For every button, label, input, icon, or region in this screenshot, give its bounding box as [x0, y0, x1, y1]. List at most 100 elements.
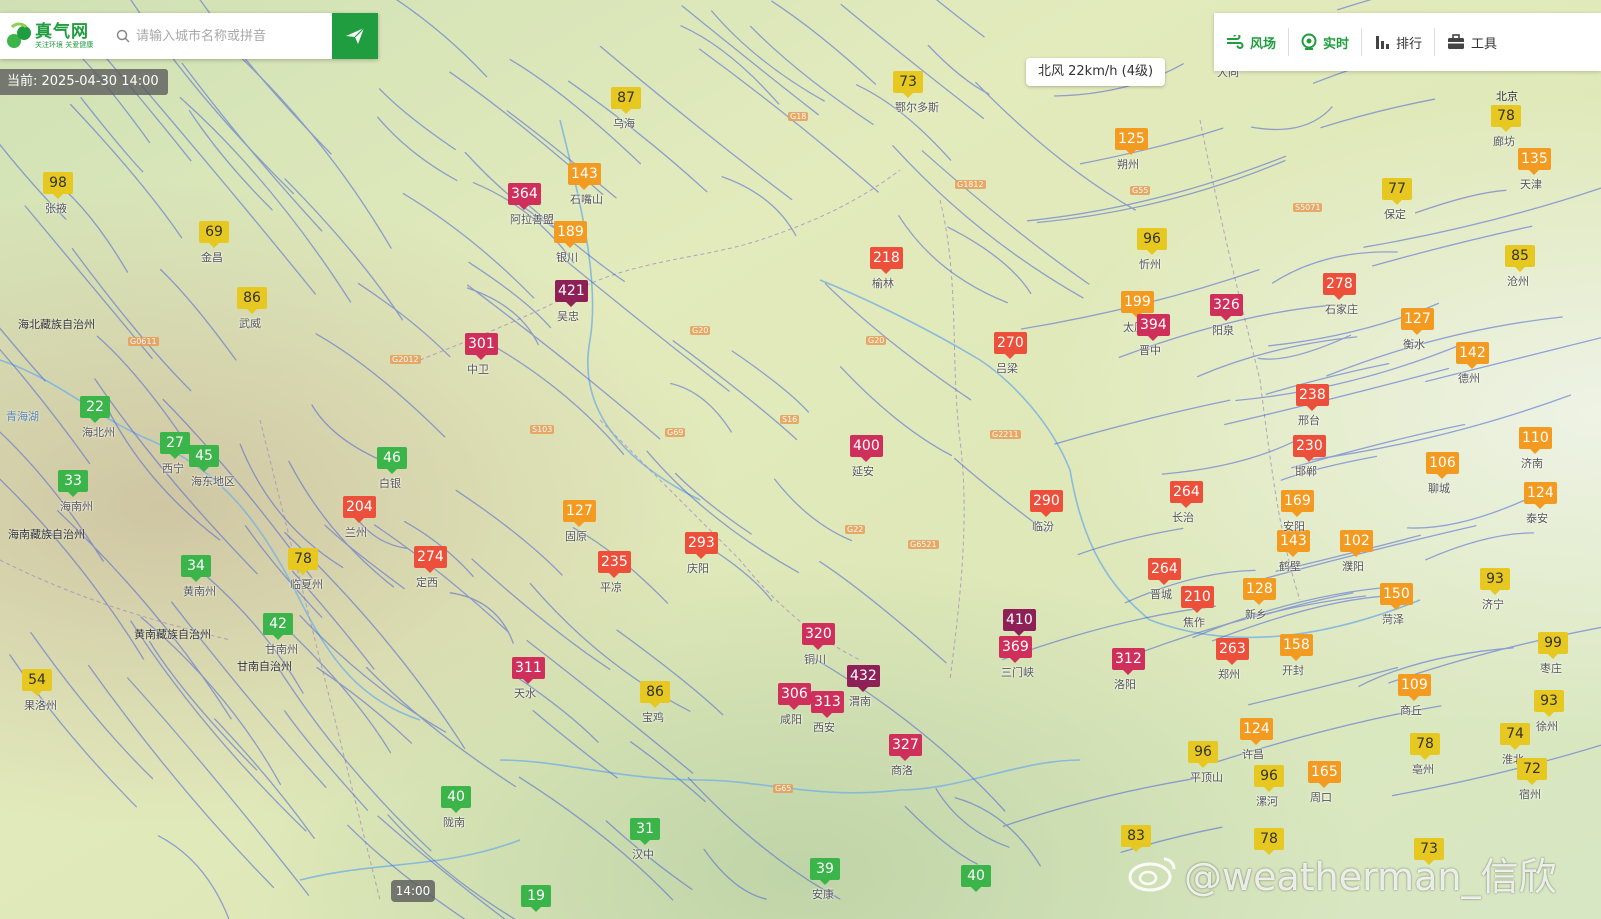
aqi-marker[interactable]: 230	[1293, 435, 1326, 462]
aqi-marker[interactable]: 306	[778, 683, 811, 710]
aqi-marker[interactable]: 27	[160, 432, 190, 459]
aqi-marker[interactable]: 109	[1398, 674, 1431, 701]
aqi-marker[interactable]: 78	[1410, 733, 1440, 760]
aqi-marker[interactable]: 124	[1240, 718, 1273, 745]
aqi-marker[interactable]: 238	[1296, 384, 1329, 411]
aqi-marker[interactable]: 165	[1308, 761, 1341, 788]
aqi-marker[interactable]: 83	[1121, 825, 1151, 852]
aqi-marker[interactable]: 199	[1121, 291, 1154, 318]
aqi-marker[interactable]: 40	[441, 786, 471, 813]
aqi-marker[interactable]: 394	[1137, 314, 1170, 341]
aqi-marker[interactable]: 96	[1254, 765, 1284, 792]
aqi-marker[interactable]: 313	[811, 691, 844, 718]
aqi-marker[interactable]: 327	[889, 734, 922, 761]
aqi-marker[interactable]: 85	[1505, 245, 1535, 272]
aqi-marker[interactable]: 218	[870, 247, 903, 274]
aqi-marker[interactable]: 78	[288, 548, 318, 575]
aqi-marker[interactable]: 42	[263, 613, 293, 640]
aqi-marker[interactable]: 96	[1188, 741, 1218, 768]
aqi-marker[interactable]: 135	[1518, 148, 1551, 175]
city-label: 三门峡	[1001, 666, 1034, 679]
search-submit-button[interactable]	[332, 13, 378, 59]
aqi-marker[interactable]: 169	[1281, 490, 1314, 517]
aqi-marker[interactable]: 127	[1401, 308, 1434, 335]
aqi-marker[interactable]: 73	[893, 71, 923, 98]
aqi-marker[interactable]: 270	[994, 332, 1027, 359]
aqi-marker[interactable]: 125	[1115, 128, 1148, 155]
weibo-icon	[1126, 853, 1178, 893]
aqi-marker[interactable]: 78	[1491, 105, 1521, 132]
city-label: 天水	[514, 687, 536, 700]
aqi-marker[interactable]: 69	[199, 221, 229, 248]
aqi-marker[interactable]: 364	[508, 183, 541, 210]
aqi-marker[interactable]: 19	[521, 885, 551, 912]
aqi-marker[interactable]: 86	[237, 287, 267, 314]
watermark: @weatherman_信欣	[1126, 848, 1556, 899]
aqi-marker[interactable]: 326	[1210, 294, 1243, 321]
aqi-marker[interactable]: 39	[810, 858, 840, 885]
aqi-marker[interactable]: 400	[850, 435, 883, 462]
aqi-marker[interactable]: 110	[1519, 427, 1552, 454]
aqi-marker[interactable]: 312	[1112, 648, 1145, 675]
aqi-marker[interactable]: 72	[1517, 758, 1547, 785]
aqi-marker[interactable]: 86	[640, 681, 670, 708]
aqi-marker[interactable]: 142	[1456, 342, 1489, 369]
aqi-marker[interactable]: 204	[343, 496, 376, 523]
timeline-handle[interactable]: 14:00	[391, 880, 435, 902]
aqi-marker[interactable]: 106	[1426, 452, 1459, 479]
aqi-marker[interactable]: 34	[181, 555, 211, 582]
aqi-marker[interactable]: 102	[1340, 530, 1373, 557]
aqi-marker[interactable]: 31	[630, 818, 660, 845]
aqi-marker[interactable]: 264	[1170, 481, 1203, 508]
aqi-marker[interactable]: 93	[1534, 690, 1564, 717]
aqi-marker[interactable]: 189	[554, 221, 587, 248]
aqi-marker[interactable]: 99	[1538, 632, 1568, 659]
aqi-marker[interactable]: 301	[465, 333, 498, 360]
map-background[interactable]	[0, 0, 1601, 919]
aqi-marker[interactable]: 150	[1380, 583, 1413, 610]
aqi-marker[interactable]: 432	[847, 665, 880, 692]
tool-ranking[interactable]: 排行	[1362, 13, 1434, 71]
logo[interactable]: 真气网 关注环境 关爱健康	[0, 21, 112, 51]
road-label: G20	[690, 326, 711, 335]
city-label: 陇南	[443, 816, 465, 829]
aqi-marker[interactable]: 46	[377, 447, 407, 474]
aqi-marker[interactable]: 210	[1181, 586, 1214, 613]
aqi-marker[interactable]: 278	[1323, 273, 1356, 300]
city-search-input[interactable]	[134, 27, 328, 45]
aqi-marker[interactable]: 77	[1382, 178, 1412, 205]
aqi-marker[interactable]: 127	[563, 500, 596, 527]
aqi-marker[interactable]: 87	[611, 87, 641, 114]
aqi-marker[interactable]: 40	[961, 865, 991, 892]
city-label: 郑州	[1218, 668, 1240, 681]
aqi-marker[interactable]: 293	[685, 532, 718, 559]
aqi-marker[interactable]: 45	[189, 445, 219, 472]
aqi-marker[interactable]: 290	[1030, 490, 1063, 517]
aqi-marker[interactable]: 158	[1280, 634, 1313, 661]
aqi-marker[interactable]: 311	[512, 657, 545, 684]
aqi-marker[interactable]: 22	[80, 396, 110, 423]
aqi-marker[interactable]: 369	[999, 636, 1032, 663]
tool-wind-field[interactable]: 风场	[1214, 13, 1288, 71]
aqi-marker[interactable]: 93	[1480, 568, 1510, 595]
aqi-marker[interactable]: 128	[1243, 578, 1276, 605]
city-label: 鄂尔多斯	[895, 101, 939, 114]
aqi-marker[interactable]: 421	[555, 280, 588, 307]
tool-tools[interactable]: 工具	[1435, 13, 1509, 71]
aqi-marker[interactable]: 74	[1500, 723, 1530, 750]
aqi-marker[interactable]: 274	[414, 546, 447, 573]
aqi-marker[interactable]: 264	[1148, 558, 1181, 585]
aqi-marker[interactable]: 235	[598, 551, 631, 578]
aqi-marker[interactable]: 124	[1524, 482, 1557, 509]
aqi-marker[interactable]: 54	[22, 669, 52, 696]
aqi-marker[interactable]: 143	[568, 163, 601, 190]
region-label: 海北藏族自治州	[18, 318, 95, 331]
aqi-marker[interactable]: 410	[1003, 609, 1036, 636]
aqi-marker[interactable]: 320	[802, 623, 835, 650]
aqi-marker[interactable]: 33	[58, 470, 88, 497]
aqi-marker[interactable]: 96	[1137, 228, 1167, 255]
tool-realtime[interactable]: 实时	[1289, 13, 1361, 71]
aqi-marker[interactable]: 263	[1216, 638, 1249, 665]
aqi-marker[interactable]: 98	[43, 172, 73, 199]
city-label: 西宁	[162, 462, 184, 475]
